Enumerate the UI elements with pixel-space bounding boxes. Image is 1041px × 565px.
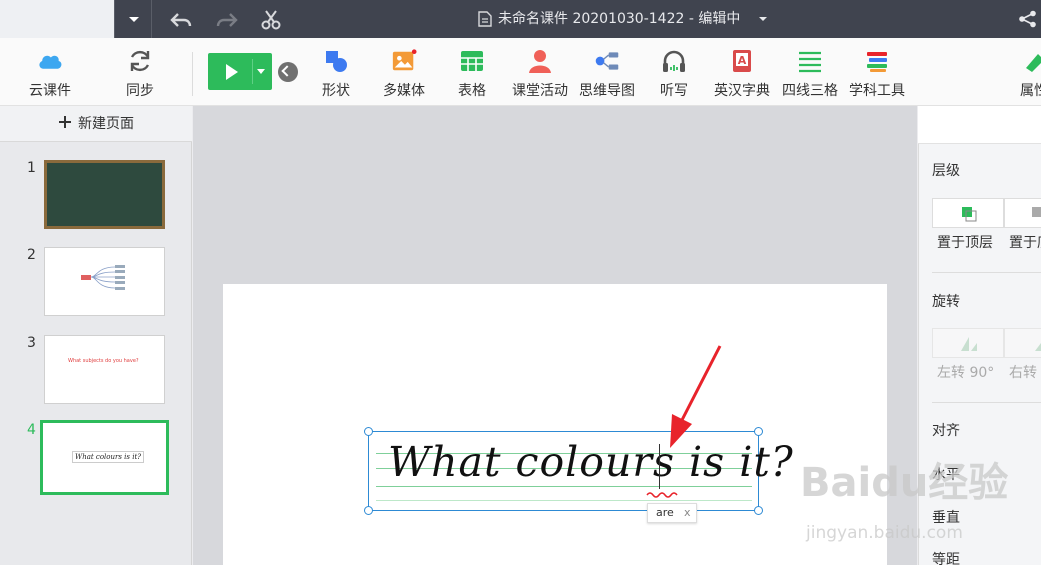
rotate-right-button[interactable]: [1004, 328, 1041, 358]
start-class-button[interactable]: [208, 53, 272, 90]
brush-icon: [1026, 54, 1041, 72]
rotate-left-label: 左转 90°: [937, 365, 995, 381]
mindmap-icon: [595, 52, 619, 70]
table-icon: [461, 51, 483, 71]
suggestion-close-button[interactable]: x: [684, 504, 691, 522]
send-to-back-button[interactable]: [1004, 198, 1041, 228]
resize-handle-top-right[interactable]: [754, 427, 763, 436]
redo-icon[interactable]: [216, 10, 238, 30]
sync-icon: [130, 50, 150, 72]
slide-number: 1: [27, 160, 36, 176]
table-button[interactable]: 表格: [447, 46, 497, 104]
undo-icon[interactable]: [170, 10, 192, 30]
new-page-button[interactable]: 新建页面: [0, 106, 192, 142]
red-annotation-arrow: [670, 345, 722, 448]
dictionary-button[interactable]: A 英汉字典: [709, 46, 775, 104]
shape-button[interactable]: 形状: [311, 46, 361, 104]
send-back-label: 置于底层: [1009, 235, 1041, 251]
scissors-icon[interactable]: [260, 9, 282, 31]
image-icon: [392, 49, 417, 71]
spellcheck-underline: [646, 492, 678, 498]
align-heading: 对齐: [932, 423, 960, 439]
mind-map-button[interactable]: 思维导图: [574, 46, 640, 104]
suggestion-word[interactable]: are: [656, 504, 674, 522]
equal-spacing-label: 等距: [932, 552, 960, 565]
slide-thumbnail-4-active[interactable]: What colours is it?: [40, 420, 169, 495]
slide-number-active: 4: [27, 422, 36, 438]
title-bar-left-blank: [0, 0, 114, 38]
cloud-courseware-button[interactable]: 云课件: [20, 46, 80, 104]
spelling-suggestion-popup[interactable]: are x: [647, 503, 697, 523]
resize-handle-bottom-left[interactable]: [364, 506, 373, 515]
slide-thumbnail-3[interactable]: What subjects do you have?: [44, 335, 165, 404]
svg-text:A: A: [738, 54, 747, 67]
resize-handle-bottom-right[interactable]: [754, 506, 763, 515]
sync-button[interactable]: 同步: [110, 46, 170, 104]
person-icon: [529, 50, 551, 73]
play-icon: [226, 64, 238, 80]
bring-front-icon: [962, 207, 977, 222]
rotate-left-button[interactable]: [932, 328, 1004, 358]
share-icon[interactable]: [1018, 10, 1038, 28]
dictionary-icon: A: [733, 50, 751, 72]
baidu-watermark-logo: Baidu经验: [800, 460, 1009, 506]
chevron-left-icon: [281, 65, 293, 77]
slide-thumbnail-1[interactable]: [44, 160, 165, 229]
slide-canvas[interactable]: [223, 284, 887, 565]
baidu-watermark-url: jingyan.baidu.com: [806, 523, 963, 543]
plus-icon: [59, 116, 71, 128]
headphones-icon: [663, 50, 685, 72]
four-lines-button[interactable]: 四线三格: [777, 46, 843, 104]
rotate-left-icon: [961, 337, 977, 351]
toolbar-scroll-left-button[interactable]: [278, 62, 298, 82]
rotate-heading: 旋转: [932, 294, 960, 310]
caret-down-icon: [129, 17, 139, 22]
subject-tools-button[interactable]: 学科工具: [844, 46, 910, 104]
play-dropdown-icon[interactable]: [257, 69, 265, 74]
class-activity-button[interactable]: 课堂活动: [507, 46, 573, 104]
books-icon: [867, 52, 887, 72]
rotate-right-icon: [1035, 343, 1041, 351]
properties-button[interactable]: 属性: [1012, 46, 1041, 104]
document-icon: [478, 11, 492, 27]
slide-thumbnail-2[interactable]: [44, 247, 165, 316]
mindmap-preview: [81, 265, 125, 290]
layer-heading: 层级: [932, 163, 960, 179]
multimedia-button[interactable]: 多媒体: [376, 46, 432, 104]
shape-icon: [326, 51, 347, 72]
document-title[interactable]: 未命名课件 20201030-1422 - 编辑中: [498, 0, 740, 38]
slide-number: 3: [27, 335, 36, 351]
toolbar-divider: [192, 52, 193, 96]
rotate-right-label: 右转 90°: [1009, 365, 1041, 381]
properties-pane-header: [918, 106, 1041, 144]
dictation-button[interactable]: 听写: [649, 46, 699, 104]
resize-handle-top-left[interactable]: [364, 427, 373, 436]
title-caret-icon[interactable]: [758, 16, 768, 22]
bring-front-label: 置于顶层: [937, 235, 993, 251]
send-back-icon: [1032, 207, 1041, 217]
bring-to-front-button[interactable]: [932, 198, 1004, 228]
slide-number: 2: [27, 247, 36, 263]
cloud-icon: [39, 55, 62, 69]
menu-dropdown-button[interactable]: [114, 0, 152, 38]
four-lines-icon: [799, 51, 821, 73]
slide-text[interactable]: What colours is it?: [388, 438, 794, 486]
